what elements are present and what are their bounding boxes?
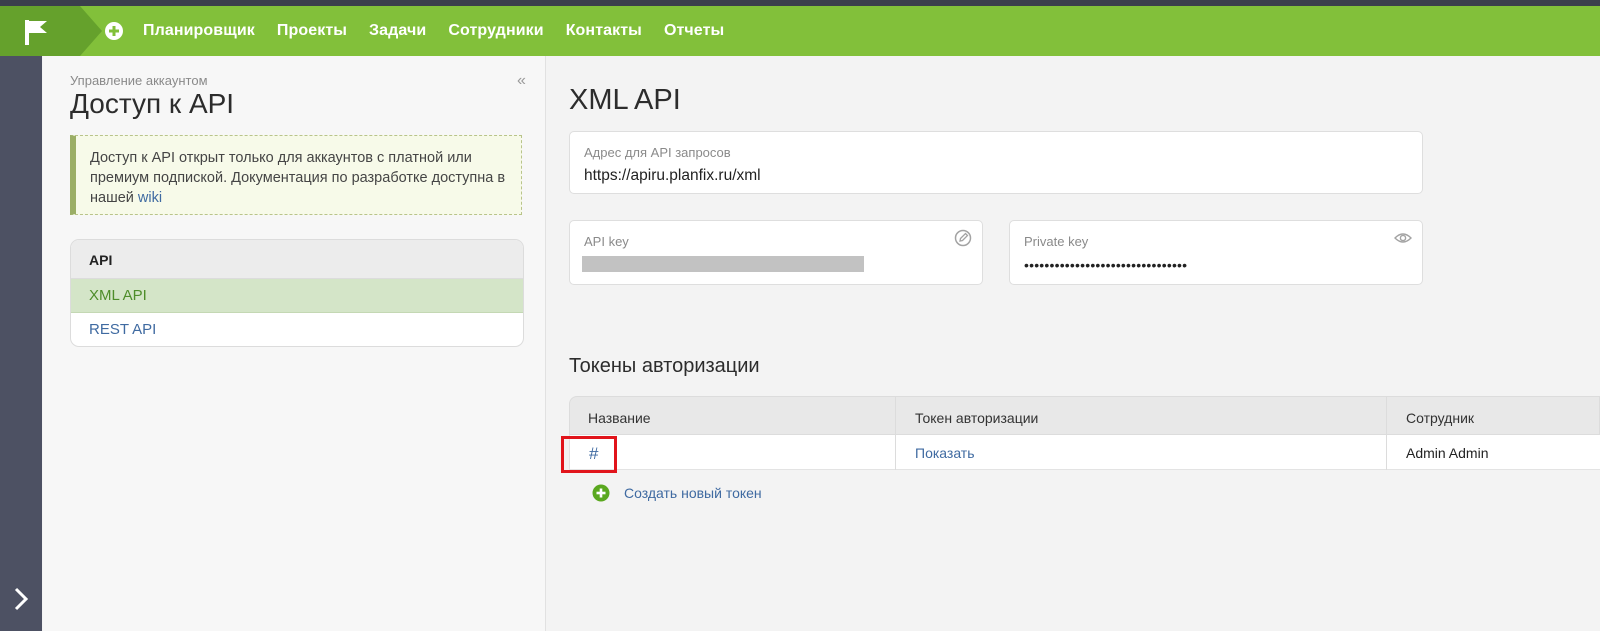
add-circle-icon[interactable] <box>104 21 124 41</box>
private-key-value: •••••••••••••••••••••••••••••••• <box>1024 257 1188 273</box>
add-green-circle-icon <box>592 484 610 502</box>
flag-logo-icon <box>25 20 47 45</box>
edit-icon[interactable] <box>954 229 972 247</box>
api-notice: Доступ к API открыт только для аккаунтов… <box>70 135 522 215</box>
logo-notch <box>80 6 102 56</box>
create-token-button[interactable]: Создать новый токен <box>592 484 762 502</box>
collapse-double-left-icon[interactable]: « <box>517 72 526 90</box>
nav-contacts[interactable]: Контакты <box>566 22 642 40</box>
employee-cell: Admin Admin <box>1406 445 1489 461</box>
nav-tasks[interactable]: Задачи <box>369 22 426 40</box>
highlight-box <box>561 436 617 473</box>
chevron-right-icon[interactable] <box>11 586 31 612</box>
nav-projects[interactable]: Проекты <box>277 22 347 40</box>
api-menu-header: API <box>71 240 523 279</box>
col-header-name[interactable]: Название <box>588 410 651 426</box>
api-key-masked-value <box>582 256 864 272</box>
endpoint-label: Адрес для API запросов <box>584 145 731 160</box>
private-key-label: Private key <box>1024 234 1089 249</box>
nav-planner[interactable]: Планировщик <box>143 22 255 40</box>
page-title: Доступ к API <box>70 88 235 119</box>
api-menu: API XML API REST API <box>70 239 524 347</box>
col-header-employee[interactable]: Сотрудник <box>1406 410 1474 426</box>
wiki-link[interactable]: wiki <box>138 190 162 206</box>
show-token-link[interactable]: Показать <box>915 445 975 461</box>
nav-reports[interactable]: Отчеты <box>664 22 724 40</box>
col-header-token[interactable]: Токен авторизации <box>915 410 1038 426</box>
menu-item-rest-api[interactable]: REST API <box>71 313 523 346</box>
section-main-title: XML API <box>569 84 681 116</box>
tokens-table-header: Название Токен авторизации Сотрудник <box>569 396 1600 435</box>
main-nav: Планировщик Проекты Задачи Сотрудники Ко… <box>143 6 746 56</box>
private-key-field: Private key ••••••••••••••••••••••••••••… <box>1009 220 1423 285</box>
logo-button[interactable] <box>0 6 102 56</box>
api-key-field: API key <box>569 220 983 285</box>
nav-employees[interactable]: Сотрудники <box>448 22 543 40</box>
tokens-table: Название Токен авторизации Сотрудник Пок… <box>569 396 1600 471</box>
column-divider <box>895 396 896 470</box>
top-navbar: Планировщик Проекты Задачи Сотрудники Ко… <box>0 6 1600 56</box>
settings-panel: Управление аккаунтом « Доступ к API Дост… <box>43 56 546 631</box>
eye-icon[interactable] <box>1394 229 1412 247</box>
table-row: Показать Admin Admin <box>569 435 1600 470</box>
endpoint-value[interactable]: https://apiru.planfix.ru/xml <box>584 167 761 185</box>
create-token-label: Создать новый токен <box>624 485 762 501</box>
left-rail <box>0 56 42 631</box>
column-divider <box>1386 396 1387 470</box>
menu-item-xml-api[interactable]: XML API <box>71 279 523 313</box>
endpoint-field: Адрес для API запросов https://apiru.pla… <box>569 131 1423 194</box>
tokens-title: Токены авторизации <box>569 355 760 377</box>
breadcrumb[interactable]: Управление аккаунтом <box>70 73 208 88</box>
api-key-label: API key <box>584 234 629 249</box>
